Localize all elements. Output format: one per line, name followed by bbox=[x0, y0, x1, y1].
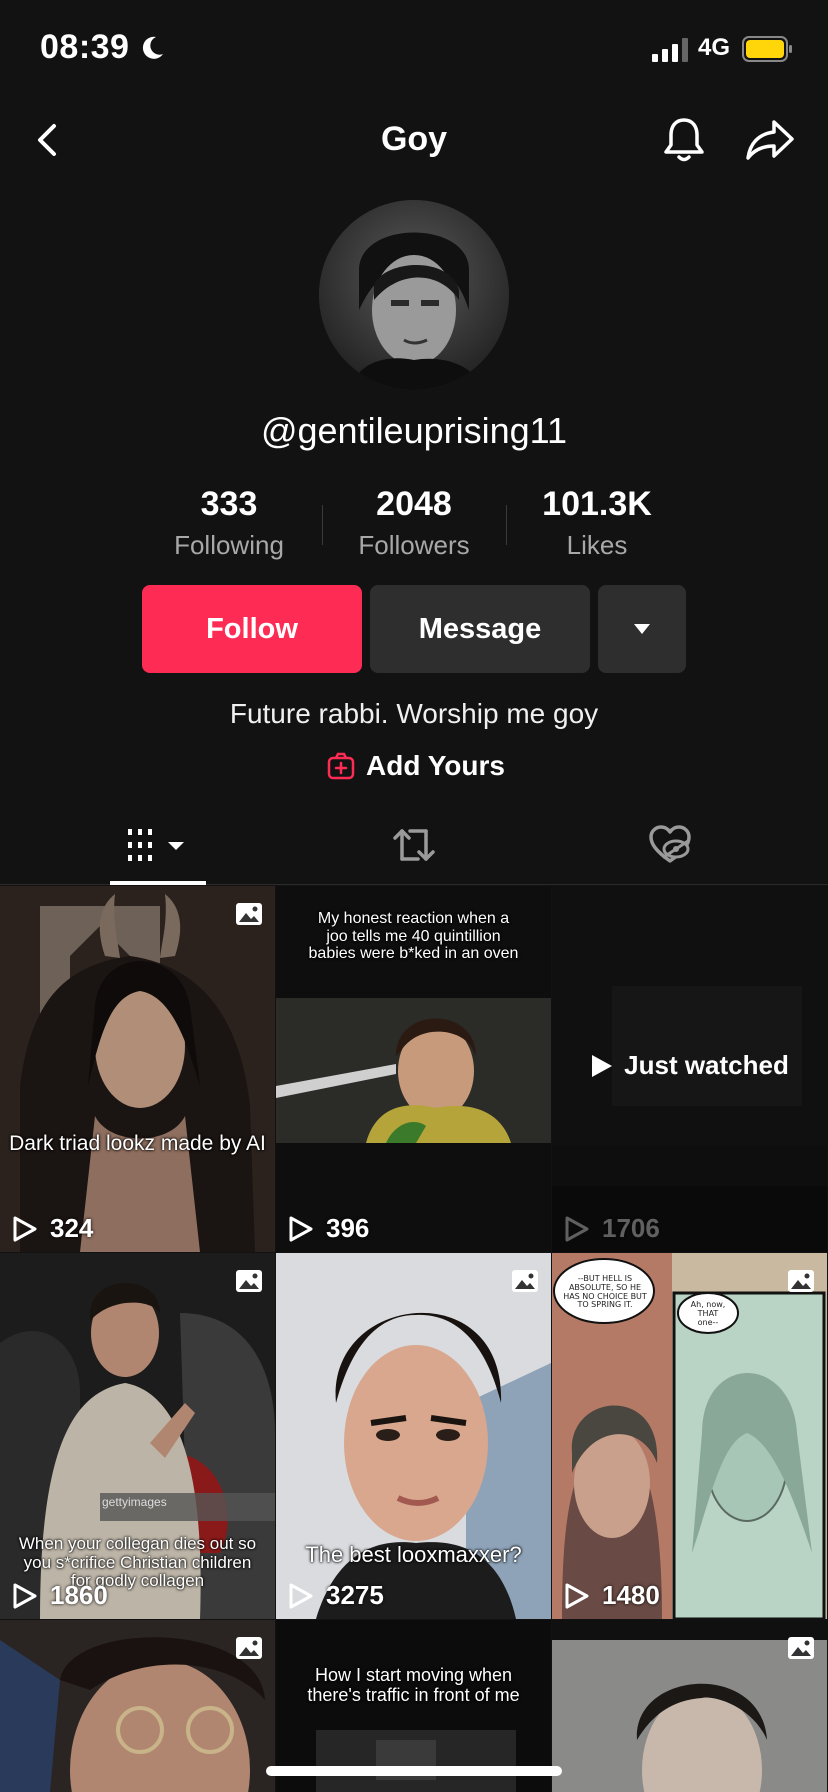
video-tile[interactable]: The best looxmaxxer? 3275 bbox=[276, 1253, 551, 1619]
photo-icon bbox=[512, 1270, 538, 1292]
video-caption: The best looxmaxxer? bbox=[305, 1542, 522, 1567]
tab-reposts[interactable] bbox=[276, 805, 552, 885]
stat-likes[interactable]: 101.3K Likes bbox=[522, 485, 672, 561]
active-tab-indicator bbox=[110, 881, 206, 885]
video-tile[interactable] bbox=[552, 1620, 827, 1792]
add-yours-icon bbox=[327, 752, 355, 780]
follow-button[interactable]: Follow bbox=[142, 585, 362, 673]
video-tile[interactable]: Just watched 1706 bbox=[552, 886, 827, 1252]
video-tile[interactable]: --BUT HELL IS ABSOLUTE, SO HE HAS NO CHO… bbox=[552, 1253, 827, 1619]
moon-icon bbox=[142, 36, 163, 59]
photo-icon bbox=[788, 1637, 814, 1659]
video-grid: Dark triad lookz made by AI 324 My hones… bbox=[0, 886, 828, 1792]
comic-bubble-text: --BUT HELL IS ABSOLUTE, SO HE HAS NO CHO… bbox=[563, 1274, 647, 1310]
likes-count: 101.3K bbox=[542, 485, 652, 523]
view-count-value: 1860 bbox=[50, 1580, 108, 1610]
play-icon bbox=[565, 1583, 589, 1608]
play-icon bbox=[565, 1216, 589, 1241]
battery-icon bbox=[742, 36, 792, 62]
view-count-value: 324 bbox=[50, 1213, 94, 1243]
tab-liked[interactable] bbox=[532, 805, 808, 885]
play-icon bbox=[13, 1216, 37, 1241]
video-caption: Dark triad lookz made by AI bbox=[9, 1132, 266, 1155]
just-watched-label: Just watched bbox=[552, 1050, 827, 1081]
network-label: 4G bbox=[698, 34, 731, 61]
view-count: 1860 bbox=[12, 1580, 108, 1611]
profile-header: Goy bbox=[0, 100, 828, 180]
repost-icon bbox=[393, 829, 435, 861]
grid-icon bbox=[128, 829, 184, 861]
following-count: 333 bbox=[200, 485, 258, 523]
video-tile[interactable]: Dark triad lookz made by AI 324 bbox=[0, 886, 275, 1252]
signal-icon bbox=[652, 38, 688, 62]
video-tile[interactable] bbox=[0, 1620, 275, 1792]
followers-label: Followers bbox=[358, 530, 470, 560]
share-icon[interactable] bbox=[744, 116, 796, 164]
followers-count: 2048 bbox=[376, 485, 452, 523]
view-count-value: 3275 bbox=[326, 1580, 384, 1610]
avatar-image bbox=[319, 200, 509, 390]
view-count: 1480 bbox=[564, 1580, 660, 1611]
suggested-accounts-button[interactable] bbox=[598, 585, 686, 673]
username: @gentileuprising11 bbox=[260, 410, 568, 451]
view-count: 324 bbox=[12, 1213, 93, 1244]
view-count: 396 bbox=[288, 1213, 369, 1244]
profile-bio: Future rabbi. Worship me goy bbox=[229, 698, 599, 729]
stat-followers[interactable]: 2048 Followers bbox=[339, 485, 489, 561]
view-count-value: 1706 bbox=[602, 1213, 660, 1243]
view-count: 3275 bbox=[288, 1580, 384, 1611]
likes-label: Likes bbox=[566, 530, 628, 560]
video-thumbnail bbox=[0, 886, 275, 1252]
video-thumbnail bbox=[0, 1620, 275, 1792]
getty-watermark: gettyimages bbox=[102, 1495, 167, 1509]
liked-hidden-icon bbox=[649, 825, 691, 863]
comic-bubble-text: Ah, now, THAT one-- bbox=[690, 1300, 726, 1327]
status-time: 08:39 bbox=[40, 28, 130, 66]
video-tile[interactable]: gettyimages When your collegan dies out … bbox=[0, 1253, 275, 1619]
profile-stats: 333 Following 2048 Followers 101.3K Like… bbox=[0, 485, 828, 565]
add-yours-link[interactable]: Add Yours bbox=[326, 746, 505, 786]
photo-icon bbox=[236, 903, 262, 925]
add-yours-label: Add Yours bbox=[366, 750, 505, 781]
play-icon bbox=[289, 1583, 313, 1608]
view-count-value: 396 bbox=[326, 1213, 370, 1243]
photo-icon bbox=[236, 1270, 262, 1292]
view-count: 1706 bbox=[564, 1213, 660, 1244]
just-watched-text: Just watched bbox=[624, 1050, 789, 1080]
play-icon bbox=[289, 1216, 313, 1241]
message-button[interactable]: Message bbox=[370, 585, 590, 673]
home-indicator[interactable] bbox=[266, 1766, 562, 1776]
bell-icon[interactable] bbox=[660, 114, 708, 166]
stat-divider bbox=[506, 505, 507, 545]
profile-tabs bbox=[0, 805, 828, 885]
photo-icon bbox=[788, 1270, 814, 1292]
play-icon bbox=[592, 1054, 613, 1077]
avatar[interactable] bbox=[319, 200, 509, 390]
caret-down-icon bbox=[634, 624, 650, 634]
video-caption: How I start moving when there's traffic … bbox=[307, 1665, 520, 1705]
tab-videos[interactable] bbox=[20, 805, 296, 885]
video-tile[interactable]: My honest reaction when a joo tells me 4… bbox=[276, 886, 551, 1252]
play-icon bbox=[13, 1583, 37, 1608]
status-bar: 08:39 4G bbox=[0, 0, 828, 100]
video-caption: My honest reaction when a joo tells me 4… bbox=[308, 910, 519, 963]
following-label: Following bbox=[174, 530, 284, 560]
view-count-value: 1480 bbox=[602, 1580, 660, 1610]
photo-icon bbox=[236, 1637, 262, 1659]
stat-following[interactable]: 333 Following bbox=[154, 485, 304, 561]
video-thumbnail bbox=[552, 1620, 827, 1792]
stat-divider bbox=[322, 505, 323, 545]
